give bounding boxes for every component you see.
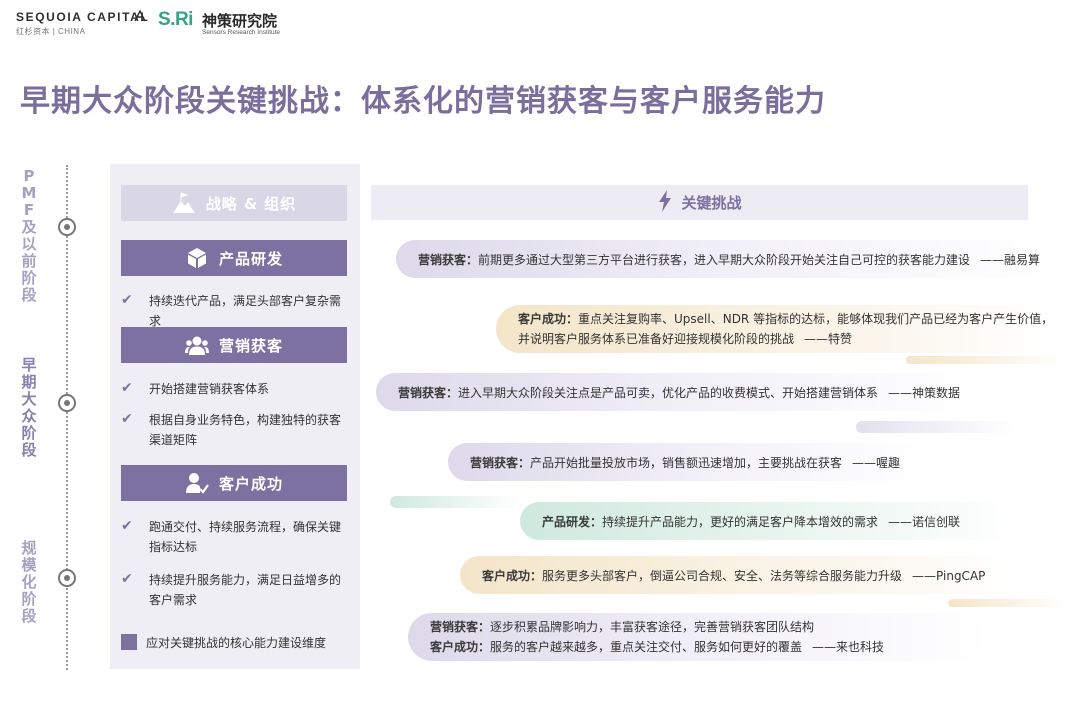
- section-bar-marketing: 营销获客: [121, 327, 347, 363]
- list-item: ✔ 持续提升服务能力，满足日益增多的客户需求: [121, 570, 347, 610]
- sequoia-mark-icon: [134, 9, 146, 22]
- checkmark-icon: ✔: [121, 380, 133, 396]
- cube-icon: [185, 246, 209, 270]
- stage-label-early: 早期大众阶段: [21, 356, 37, 459]
- list-item: ✔ 持续迭代产品，满足头部客户复杂需求: [121, 291, 351, 331]
- list-item: ✔ 跑通交付、持续服务流程，确保关键指标达标: [121, 517, 347, 557]
- decorative-streak: [390, 496, 520, 508]
- section-bar-customer-success: 客户成功: [121, 465, 347, 501]
- page-title: 早期大众阶段关键挑战：体系化的营销获客与客户服务能力: [20, 84, 826, 119]
- sri-name-en: Sensors Research Institute: [202, 29, 281, 36]
- strategy-org-bar: 战略 & 组织: [121, 185, 347, 221]
- strategy-org-label: 战略 & 组织: [205, 194, 297, 213]
- section-label-customer-success: 客户成功: [218, 474, 283, 493]
- sequoia-logo-subtext: 红杉资本 | CHINA: [16, 27, 86, 36]
- timeline-line: [66, 165, 68, 670]
- challenge-card: 营销获客：逐步积累品牌影响力，丰富获客途径，完善营销获客团队结构 客户成功：服务…: [408, 613, 988, 661]
- user-check-icon: [185, 471, 209, 495]
- checkmark-icon: ✔: [121, 518, 133, 534]
- section-bar-product: 产品研发: [121, 240, 347, 276]
- list-item: ✔ 根据自身业务特色，构建独特的获客渠道矩阵: [121, 410, 347, 450]
- stage-node-early: [58, 394, 76, 412]
- decorative-streak: [948, 599, 1068, 607]
- section-label-product: 产品研发: [218, 249, 283, 268]
- sri-logo: S.Ri: [158, 9, 193, 30]
- checkmark-icon: ✔: [121, 411, 133, 427]
- section-label-marketing: 营销获客: [218, 336, 283, 355]
- stage-node-pmf: [58, 218, 76, 236]
- challenge-card: 客户成功：重点关注复购率、Upsell、NDR 等指标的达标，能够体现我们产品已…: [496, 305, 1056, 353]
- flag-mountain-icon: [172, 191, 196, 215]
- challenge-card: 营销获客：前期更多通过大型第三方平台进行获客，进入早期大众阶段开始关注自己可控的…: [396, 240, 1046, 278]
- list-item: ✔ 开始搭建营销获客体系: [121, 379, 351, 399]
- challenge-card: 产品研发：持续提升产品能力，更好的满足客户降本增效的需求 ——诺信创联: [520, 502, 1020, 540]
- challenge-card: 营销获客：产品开始批量投放市场，销售额迅速增加，主要挑战在获客 ——喔趣: [448, 443, 928, 481]
- lightning-icon: [657, 189, 673, 216]
- decorative-streak: [906, 356, 1066, 364]
- legend-swatch: [121, 634, 137, 650]
- users-icon: [184, 333, 209, 357]
- sri-name-cn: 神策研究院: [202, 12, 278, 30]
- checkmark-icon: ✔: [121, 292, 133, 308]
- challenge-card: 营销获客：进入早期大众阶段关注点是产品可卖，优化产品的收费模式、开始搭建营销体系…: [376, 373, 976, 411]
- checkmark-icon: ✔: [121, 571, 133, 587]
- decorative-streak: [856, 421, 1016, 433]
- key-challenges-header: 关键挑战: [371, 185, 1028, 220]
- challenge-card: 客户成功：服务更多头部客户，倒逼公司合规、安全、法务等综合服务能力升级 ——Pin…: [460, 556, 1020, 594]
- stage-node-scale: [58, 569, 76, 587]
- sequoia-logo-text: SEQUOIA CAPITAL: [16, 10, 150, 24]
- key-challenges-title: 关键挑战: [681, 194, 742, 212]
- legend-text: 应对关键挑战的核心能力建设维度: [146, 636, 327, 650]
- stage-label-scale: 规模化阶段: [21, 539, 37, 625]
- stage-label-pmf: PMF及以前阶段: [21, 167, 37, 304]
